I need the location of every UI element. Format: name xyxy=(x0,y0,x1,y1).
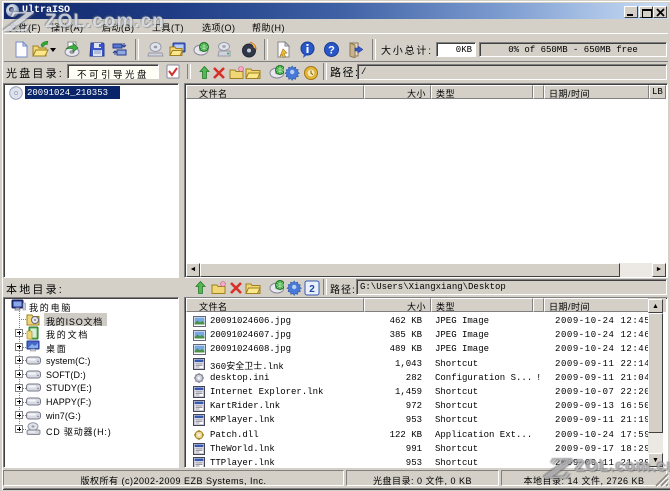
svg-text:2: 2 xyxy=(309,284,315,295)
